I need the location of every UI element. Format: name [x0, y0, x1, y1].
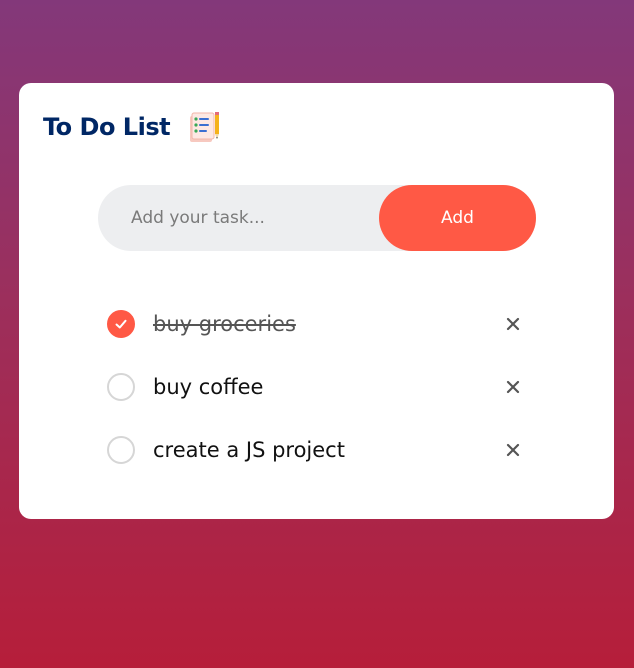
checkbox-unchecked[interactable] [107, 435, 135, 464]
checkbox-unchecked[interactable] [107, 372, 135, 401]
add-button[interactable]: Add [379, 185, 536, 251]
list-item[interactable]: buy groceries [107, 292, 527, 355]
task-input[interactable] [98, 184, 379, 252]
task-text: buy coffee [153, 374, 264, 399]
delete-task-button[interactable] [503, 440, 523, 460]
add-task-bar: Add [98, 184, 536, 252]
task-text: buy groceries [153, 311, 296, 336]
list-item[interactable]: buy coffee [107, 355, 527, 418]
check-icon [115, 319, 127, 328]
header: To Do List [43, 109, 222, 145]
task-text: create a JS project [153, 437, 345, 462]
page-title: To Do List [43, 113, 171, 141]
close-icon [506, 443, 520, 456]
close-icon [506, 317, 520, 330]
delete-task-button[interactable] [503, 314, 523, 334]
task-list: buy groceries buy coffee create a JS pro… [107, 292, 527, 481]
list-item[interactable]: create a JS project [107, 418, 527, 481]
close-icon [506, 380, 520, 393]
checkbox-checked[interactable] [107, 309, 135, 338]
todo-card: To Do List Add buy groceries [19, 83, 614, 519]
notepad-checklist-icon [190, 112, 220, 142]
delete-task-button[interactable] [503, 377, 523, 397]
